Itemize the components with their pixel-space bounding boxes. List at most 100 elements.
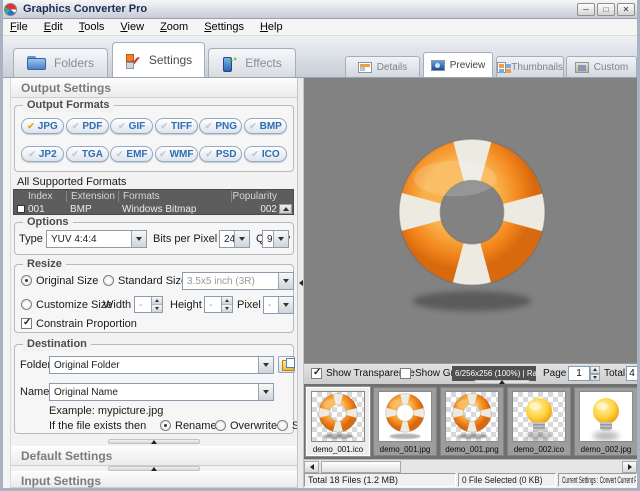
original-size-radio[interactable] bbox=[21, 275, 32, 286]
customize-size-label[interactable]: Customize Size bbox=[36, 299, 112, 311]
thumbnail-demo-002-ico[interactable]: demo_002.ico bbox=[507, 387, 571, 456]
customize-size-radio[interactable] bbox=[21, 299, 32, 310]
format-button-ico[interactable]: ✔ICO bbox=[244, 146, 287, 162]
dropdown-arrow-icon[interactable] bbox=[258, 384, 273, 400]
menu-file[interactable]: File bbox=[2, 19, 36, 35]
show-transparence-checkbox[interactable] bbox=[311, 368, 322, 379]
pixel-dropdown[interactable]: - bbox=[263, 296, 294, 314]
dropdown-arrow-icon[interactable] bbox=[278, 297, 293, 313]
table-scroll-up-button[interactable] bbox=[279, 204, 292, 214]
tab-settings[interactable]: ✔ Settings bbox=[112, 42, 205, 77]
type-dropdown[interactable]: YUV 4:4:4 bbox=[46, 230, 147, 248]
browse-folder-button[interactable] bbox=[278, 356, 295, 373]
preview-canvas[interactable] bbox=[304, 78, 637, 364]
format-button-wmf[interactable]: ✔WMF bbox=[155, 146, 198, 162]
spinner-arrows[interactable] bbox=[151, 297, 162, 312]
tab-folders[interactable]: Folders bbox=[13, 48, 108, 77]
width-spinbox[interactable]: - bbox=[134, 296, 163, 313]
constrain-proportion-label[interactable]: Constrain Proportion bbox=[36, 318, 137, 330]
dropdown-arrow-icon[interactable] bbox=[234, 231, 249, 247]
dropdown-arrow-icon[interactable] bbox=[258, 357, 273, 373]
menu-tools[interactable]: Tools bbox=[71, 19, 113, 35]
folder-dropdown[interactable]: Original Folder bbox=[49, 356, 274, 374]
format-button-png[interactable]: ✔PNG bbox=[199, 118, 242, 134]
check-icon: ✔ bbox=[72, 122, 80, 131]
menu-settings[interactable]: Settings bbox=[196, 19, 252, 35]
check-icon: ✔ bbox=[27, 122, 35, 131]
menu-edit[interactable]: Edit bbox=[36, 19, 71, 35]
resize-legend: Resize bbox=[23, 258, 66, 271]
format-button-psd[interactable]: ✔PSD bbox=[199, 146, 242, 162]
thumbnail-demo-001-ico[interactable]: demo_001.ico bbox=[306, 387, 370, 456]
scrollbar-thumb[interactable] bbox=[321, 461, 401, 473]
quality-dropdown[interactable]: 9 bbox=[262, 230, 289, 248]
format-button-tiff[interactable]: ✔TIFF bbox=[155, 118, 198, 134]
formats-table: Index Extension Formats Popularity 001 B… bbox=[13, 189, 294, 215]
type-label: Type bbox=[19, 233, 43, 245]
collapse-arrow-icon bbox=[151, 467, 157, 471]
thumbnail-demo-001-jpg[interactable]: demo_001.jpg bbox=[373, 387, 437, 456]
section-output-settings[interactable]: Output Settings bbox=[11, 78, 297, 98]
row-checkbox[interactable] bbox=[17, 205, 25, 213]
constrain-proportion-checkbox[interactable] bbox=[21, 318, 32, 329]
page-input[interactable]: 1 bbox=[568, 366, 590, 381]
menu-help[interactable]: Help bbox=[252, 19, 291, 35]
collapse-handle[interactable] bbox=[108, 439, 200, 444]
format-button-tga[interactable]: ✔TGA bbox=[66, 146, 109, 162]
overwrite-radio[interactable] bbox=[215, 420, 226, 431]
height-spinbox[interactable]: - bbox=[204, 296, 233, 313]
tab-custom[interactable]: Custom bbox=[566, 56, 637, 77]
format-button-jpg[interactable]: ✔JPG bbox=[21, 118, 64, 134]
check-icon: ✔ bbox=[249, 122, 257, 131]
dropdown-arrow-icon[interactable] bbox=[131, 231, 146, 247]
menubar: File Edit Tools View Zoom Settings Help bbox=[0, 19, 640, 36]
thumbnail-demo-001-png[interactable]: demo_001.png bbox=[440, 387, 504, 456]
rename-radio[interactable] bbox=[160, 420, 171, 431]
tab-preview[interactable]: Preview bbox=[423, 52, 493, 77]
format-button-gif[interactable]: ✔GIF bbox=[110, 118, 153, 134]
format-button-bmp[interactable]: ✔BMP bbox=[244, 118, 287, 134]
check-icon: ✔ bbox=[118, 122, 126, 131]
scroll-right-button[interactable] bbox=[622, 461, 637, 473]
standard-size-dropdown[interactable]: 3.5x5 inch (3R) bbox=[182, 272, 294, 290]
section-default-settings[interactable]: Default Settings bbox=[11, 446, 297, 466]
skip-radio[interactable] bbox=[277, 420, 288, 431]
spinner-arrows[interactable] bbox=[221, 297, 232, 312]
rename-label[interactable]: Rename bbox=[175, 420, 217, 432]
thumbnail-demo-002-jpg[interactable]: demo_002.jpg bbox=[574, 387, 637, 456]
section-input-settings[interactable]: Input Settings bbox=[11, 471, 297, 488]
format-button-pdf[interactable]: ✔PDF bbox=[66, 118, 109, 134]
scroll-left-button[interactable] bbox=[304, 461, 319, 473]
thumbnail-scrollbar[interactable] bbox=[304, 459, 637, 473]
tab-details[interactable]: Details bbox=[345, 56, 420, 77]
page-spinner[interactable] bbox=[590, 366, 600, 381]
maximize-button[interactable]: □ bbox=[597, 3, 615, 16]
standard-size-radio[interactable] bbox=[103, 275, 114, 286]
menu-zoom[interactable]: Zoom bbox=[152, 19, 196, 35]
status-selected-files: 0 File Selected (0 KB) bbox=[458, 473, 556, 487]
overwrite-label[interactable]: Overwrite bbox=[230, 420, 277, 432]
close-button[interactable]: ✕ bbox=[617, 3, 635, 16]
formats-table-row[interactable]: 001 BMP Windows Bitmap 002 bbox=[14, 203, 293, 215]
name-dropdown[interactable]: Original Name bbox=[49, 383, 274, 401]
total-label: Total bbox=[604, 368, 625, 379]
panel-splitter[interactable] bbox=[297, 78, 304, 488]
tab-effects[interactable]: Effects bbox=[208, 48, 296, 77]
check-icon: ✔ bbox=[159, 150, 167, 159]
menu-view[interactable]: View bbox=[112, 19, 152, 35]
original-size-label[interactable]: Original Size bbox=[36, 275, 98, 287]
dropdown-arrow-icon[interactable] bbox=[273, 231, 288, 247]
minimize-button[interactable]: ─ bbox=[577, 3, 595, 16]
effects-wand-icon bbox=[222, 56, 237, 71]
bits-per-pixel-dropdown[interactable]: 24 bbox=[219, 230, 250, 248]
titlebar[interactable]: Graphics Converter Pro ─ □ ✕ bbox=[0, 0, 640, 19]
left-edge-strip bbox=[3, 78, 11, 488]
tab-thumbnails[interactable]: Thumbnails bbox=[496, 56, 564, 77]
status-current-settings: Current Settings : Convert Current File … bbox=[558, 473, 637, 487]
format-button-jp2[interactable]: ✔JP2 bbox=[21, 146, 64, 162]
dropdown-arrow-icon[interactable] bbox=[278, 273, 293, 289]
details-icon bbox=[358, 62, 372, 73]
show-grid-checkbox[interactable] bbox=[400, 368, 411, 379]
standard-size-label[interactable]: Standard Size bbox=[118, 275, 187, 287]
format-button-emf[interactable]: ✔EMF bbox=[110, 146, 153, 162]
